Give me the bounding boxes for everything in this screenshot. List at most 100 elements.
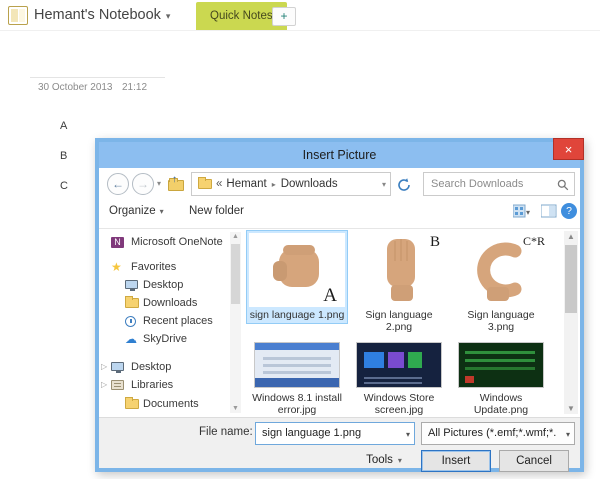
sidebar-item-desktop-root[interactable]: ▷ Desktop (99, 360, 229, 377)
chevron-down-icon: ▾ (397, 456, 402, 465)
breadcrumb-item-hemant[interactable]: Hemant (226, 178, 266, 190)
scroll-down-icon[interactable]: ▼ (564, 404, 578, 413)
file-type-combobox[interactable]: All Pictures (*.emf;*.wmf;*.jpg; ▾ (421, 422, 575, 445)
letter-annotation: C*R (522, 234, 545, 248)
preview-pane-icon (540, 204, 557, 218)
organize-menu[interactable]: Organize ▾ (109, 205, 164, 217)
sidebar-item-recent-places[interactable]: Recent places (99, 314, 229, 331)
up-one-level-button[interactable]: ↑ (168, 174, 186, 191)
skydrive-icon: ☁ (125, 332, 137, 346)
dialog-body: ← → ▾ ↑ « Hemant ▸ Downloads ▾ Search Do… (99, 168, 580, 472)
file-item-win81-error[interactable]: Windows 8.1 install error.jpg (247, 338, 347, 418)
file-name-label: Sign language 2.png (365, 309, 433, 333)
outline-item-c[interactable]: C (60, 180, 68, 192)
page-title-rule (30, 77, 165, 78)
tools-button[interactable]: Tools ▾ (355, 450, 413, 472)
file-name-label: sign language 1.png (249, 309, 345, 321)
desktop-icon (111, 362, 124, 373)
file-item-sign-language-2[interactable]: B Sign language 2.png (349, 231, 449, 335)
thumbnail-image: C*R (453, 233, 549, 307)
dialog-titlebar[interactable]: Insert Picture × (99, 138, 584, 168)
new-folder-button[interactable]: New folder (189, 205, 244, 217)
chevron-down-icon: ▾ (165, 11, 171, 21)
svg-text:▾: ▾ (526, 208, 530, 217)
onenote-header: Hemant's Notebook ▾ Quick Notes + (0, 0, 600, 31)
scrollbar-thumb[interactable] (231, 244, 240, 304)
expander-icon[interactable]: ▷ (101, 362, 107, 371)
breadcrumb-overflow-icon[interactable]: « (216, 178, 222, 190)
sidebar-item-libraries[interactable]: ▷ Libraries (99, 378, 229, 395)
sidebar-scrollbar[interactable]: ▲ ▼ (230, 232, 241, 413)
sidebar-item-onenote[interactable]: N Microsoft OneNote (99, 235, 229, 252)
cancel-button[interactable]: Cancel (499, 450, 569, 472)
breadcrumb-item-downloads[interactable]: Downloads (281, 178, 338, 190)
back-button[interactable]: ← (107, 173, 129, 195)
file-item-windows-update[interactable]: Windows Update.png (451, 338, 551, 418)
insert-picture-dialog: Insert Picture × ← → ▾ ↑ « Hemant ▸ Down… (95, 138, 584, 472)
outline-item-b[interactable]: B (60, 150, 67, 162)
refresh-button[interactable] (396, 177, 412, 193)
search-icon[interactable] (557, 178, 569, 196)
folder-icon (198, 177, 212, 189)
letter-annotation: A (323, 285, 337, 306)
history-dropdown-icon[interactable]: ▾ (157, 179, 161, 188)
sidebar-label: Microsoft OneNote (131, 236, 223, 248)
chevron-down-icon[interactable]: ▾ (566, 430, 570, 439)
sidebar-label: Favorites (131, 261, 177, 273)
sidebar-item-desktop[interactable]: Desktop (99, 278, 229, 295)
sidebar-label: Documents (143, 398, 199, 410)
breadcrumb-dropdown-icon[interactable]: ▾ (382, 180, 386, 189)
file-name-label: Windows Update.png (473, 392, 529, 416)
thumbnail-image (453, 340, 549, 390)
file-name-label: Windows 8.1 install error.jpg (252, 392, 342, 416)
breadcrumb[interactable]: « Hemant ▸ Downloads ▾ (191, 172, 391, 196)
thumbnail-image (249, 340, 345, 390)
preview-pane-button[interactable] (540, 204, 557, 223)
search-box (423, 172, 575, 196)
file-item-sign-language-3[interactable]: C*R Sign language 3.png (451, 231, 551, 335)
libraries-icon (111, 380, 124, 390)
file-list-scrollbar[interactable]: ▲ ▼ (564, 231, 578, 414)
forward-button[interactable]: → (132, 173, 154, 195)
file-item-sign-language-1[interactable]: A sign language 1.png (246, 230, 348, 324)
scrollbar-thumb[interactable] (565, 245, 577, 313)
file-name-label: Windows Store screen.jpg (363, 392, 435, 416)
organize-label: Organize (109, 205, 156, 217)
notebook-title[interactable]: Hemant's Notebook ▾ (34, 7, 170, 23)
file-item-store-screen[interactable]: Windows Store screen.jpg (349, 338, 449, 418)
screen: Hemant's Notebook ▾ Quick Notes + 30 Octo… (0, 0, 600, 479)
views-button[interactable]: ▾ (512, 204, 530, 223)
documents-icon (125, 397, 139, 409)
sidebar-label: Downloads (143, 297, 198, 309)
sidebar-item-documents[interactable]: Documents (99, 397, 229, 414)
expander-icon[interactable]: ▷ (101, 380, 107, 389)
file-name-combobox[interactable]: sign language 1.png ▾ (255, 422, 415, 445)
file-name-value: sign language 1.png (262, 427, 362, 439)
chevron-right-icon: ▸ (271, 179, 276, 189)
notebook-icon[interactable] (8, 6, 28, 25)
scroll-down-icon[interactable]: ▼ (230, 405, 241, 412)
tools-label: Tools (366, 454, 393, 466)
close-button[interactable]: × (553, 138, 584, 160)
file-type-value: All Pictures (*.emf;*.wmf;*.jpg; (428, 427, 556, 439)
outline-item-a[interactable]: A (60, 120, 67, 132)
chevron-down-icon[interactable]: ▾ (406, 430, 410, 439)
sidebar-item-skydrive[interactable]: ☁ SkyDrive (99, 332, 229, 349)
thumbnail-image: A (249, 233, 345, 307)
scroll-up-icon[interactable]: ▲ (230, 233, 241, 240)
sidebar-item-downloads[interactable]: Downloads (99, 296, 229, 313)
help-button[interactable]: ? (561, 203, 577, 219)
new-section-tab[interactable]: + (272, 7, 296, 26)
insert-button[interactable]: Insert (421, 450, 491, 472)
chevron-down-icon: ▾ (159, 207, 164, 216)
up-arrow-icon: ↑ (172, 174, 177, 185)
scroll-up-icon[interactable]: ▲ (564, 232, 578, 241)
file-name-label: Sign language 3.png (467, 309, 535, 333)
search-input[interactable] (424, 173, 552, 195)
sidebar-item-favorites[interactable]: ★ Favorites (99, 260, 229, 277)
onenote-icon: N (111, 237, 124, 248)
sidebar-label: Libraries (131, 379, 174, 391)
desktop-icon (125, 280, 138, 291)
sidebar-label: Desktop (131, 361, 172, 373)
thumbnail-image: B (351, 233, 447, 307)
